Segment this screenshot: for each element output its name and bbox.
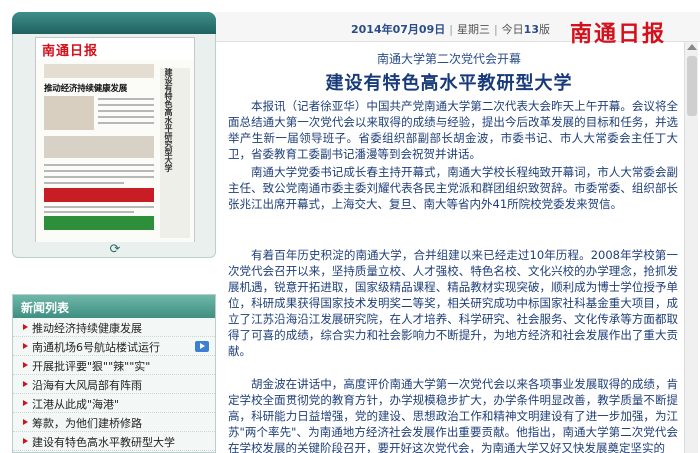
thumbnail-side-headline: 建设有特色高水平研究型大学 xyxy=(164,68,173,172)
thumbnail-green-ad xyxy=(44,216,154,230)
news-list-item-label[interactable]: 筹款，为他们建桥修路 xyxy=(32,415,142,431)
video-icon[interactable] xyxy=(195,341,209,352)
news-list-item-label[interactable]: 建设有特色高水平教研型大学 xyxy=(32,434,175,450)
edition-suffix: 版 xyxy=(538,23,550,36)
thumbnail-logo: 南通日报 xyxy=(42,44,99,59)
thumbnail-text-line xyxy=(98,104,154,106)
bullet-arrow-icon xyxy=(23,343,28,349)
news-list-title: 新闻列表 xyxy=(21,301,70,315)
bullet-arrow-icon xyxy=(23,381,28,387)
scroll-up-arrow-icon[interactable] xyxy=(687,44,697,50)
bullet-arrow-icon xyxy=(23,438,28,444)
paper-preview-frame: 南通日报 推动经济持续健康发展 建设有特色高水平研究型大学 xyxy=(12,34,216,246)
article-title: 建设有特色高水平教研型大学 xyxy=(325,73,573,94)
news-list-item[interactable]: 沿海有大风局部有阵雨 xyxy=(13,375,215,394)
edition-count: 13 xyxy=(523,23,539,36)
article-paragraph: 本报讯（记者徐亚华）中国共产党南通大学第二次代表大会昨天上午开幕。会议将全面总结… xyxy=(228,99,678,161)
thumbnail-text-line xyxy=(98,122,154,124)
edition-prefix: 今日 xyxy=(501,23,524,36)
bullet-arrow-icon xyxy=(23,400,28,406)
thumbnail-red-ad xyxy=(44,188,154,202)
article-paragraph: 胡金波在讲话中，高度评价南通大学第一次党代会以来各项事业发展取得的成绩，肯定学校… xyxy=(228,377,678,453)
edition-bar: 2014年07月09日 | 星期三 | 今日13版 南通日报 xyxy=(216,12,700,47)
news-list-item[interactable]: 建设有特色高水平教研型大学 xyxy=(13,432,215,451)
news-list-item-label[interactable]: 沿海有大风局部有阵雨 xyxy=(32,377,142,393)
news-list-item-label[interactable]: 南通机场6号航站楼试运行 xyxy=(32,339,160,355)
news-list-item-label[interactable]: 推动经济持续健康发展 xyxy=(32,320,142,336)
thumbnail-text-line xyxy=(44,211,134,213)
thumbnail-text-line xyxy=(44,206,154,208)
article-subtitle: 南通大学第二次党代会开幕 xyxy=(376,52,521,66)
bullet-arrow-icon xyxy=(23,362,28,368)
paper-panel-header xyxy=(12,12,216,34)
edition-info: 2014年07月09日 | 星期三 | 今日13版 xyxy=(351,21,550,37)
thumbnail-masthead: 南通日报 xyxy=(36,38,194,60)
thumbnail-text-line xyxy=(98,110,154,112)
left-panel: 南通日报 推动经济持续健康发展 建设有特色高水平研究型大学 ⟳ 新闻列表 推动经… xyxy=(0,0,216,453)
thumbnail-text-line xyxy=(98,98,154,100)
thumbnail-text-line xyxy=(44,176,154,178)
newspaper-page-thumbnail[interactable]: 南通日报 推动经济持续健康发展 建设有特色高水平研究型大学 xyxy=(35,37,195,243)
article-panel: 2014年07月09日 | 星期三 | 今日13版 南通日报 南通大学第二次党代会开幕 … xyxy=(216,0,700,453)
thumbnail-photo xyxy=(44,136,154,158)
thumbnail-text-line xyxy=(44,164,154,166)
edition-weekday: 星期三 xyxy=(456,23,490,36)
article-scrollbar[interactable] xyxy=(684,42,698,453)
thumbnail-banner xyxy=(44,64,154,78)
scrollbar-thumb[interactable] xyxy=(687,56,697,116)
bullet-arrow-icon xyxy=(23,324,28,330)
news-list-item-label[interactable]: 江港从此成"海港" xyxy=(32,396,119,412)
thumbnail-photo xyxy=(44,96,94,130)
separator: | xyxy=(493,23,498,36)
article-content: 南通大学第二次党代会开幕 建设有特色高水平教研型大学 本报讯（记者徐亚华）中国共… xyxy=(216,42,682,453)
news-list-header: 新闻列表 xyxy=(13,295,215,318)
separator: | xyxy=(449,23,453,36)
refresh-icon[interactable]: ⟳ xyxy=(107,242,123,258)
news-list-item[interactable]: 江港从此成"海港" xyxy=(13,394,215,413)
thumbnail-text-line xyxy=(44,182,124,184)
paper-preview-footer: ⟳ xyxy=(12,242,216,258)
thumbnail-text-line xyxy=(98,116,154,118)
news-list-item[interactable]: 南通机场6号航站楼试运行 xyxy=(13,337,215,356)
news-list-panel: 新闻列表 推动经济持续健康发展 南通机场6号航站楼试运行 开展批评要"狠""辣"… xyxy=(12,294,216,453)
article-paragraph: 有着百年历史积淀的南通大学，合并组建以来已经走过10年历程。2008年学校第一次… xyxy=(228,248,678,358)
bullet-arrow-icon xyxy=(23,419,28,425)
thumbnail-text-line xyxy=(44,170,154,172)
news-list-item[interactable]: 筹款，为他们建桥修路 xyxy=(13,413,215,432)
edition-date: 2014年07月09日 xyxy=(351,23,446,36)
news-list-item-label[interactable]: 开展批评要"狠""辣""实" xyxy=(32,358,150,374)
news-list-item[interactable]: 开展批评要"狠""辣""实" xyxy=(13,356,215,375)
thumbnail-headline: 推动经济持续健康发展 xyxy=(44,84,128,94)
article-paragraph: 南通大学党委书记成长春主持开幕式，南通大学校长程纯致开幕词，市人大常委会副主任、… xyxy=(228,165,678,211)
news-list-item[interactable]: 推动经济持续健康发展 xyxy=(13,318,215,337)
